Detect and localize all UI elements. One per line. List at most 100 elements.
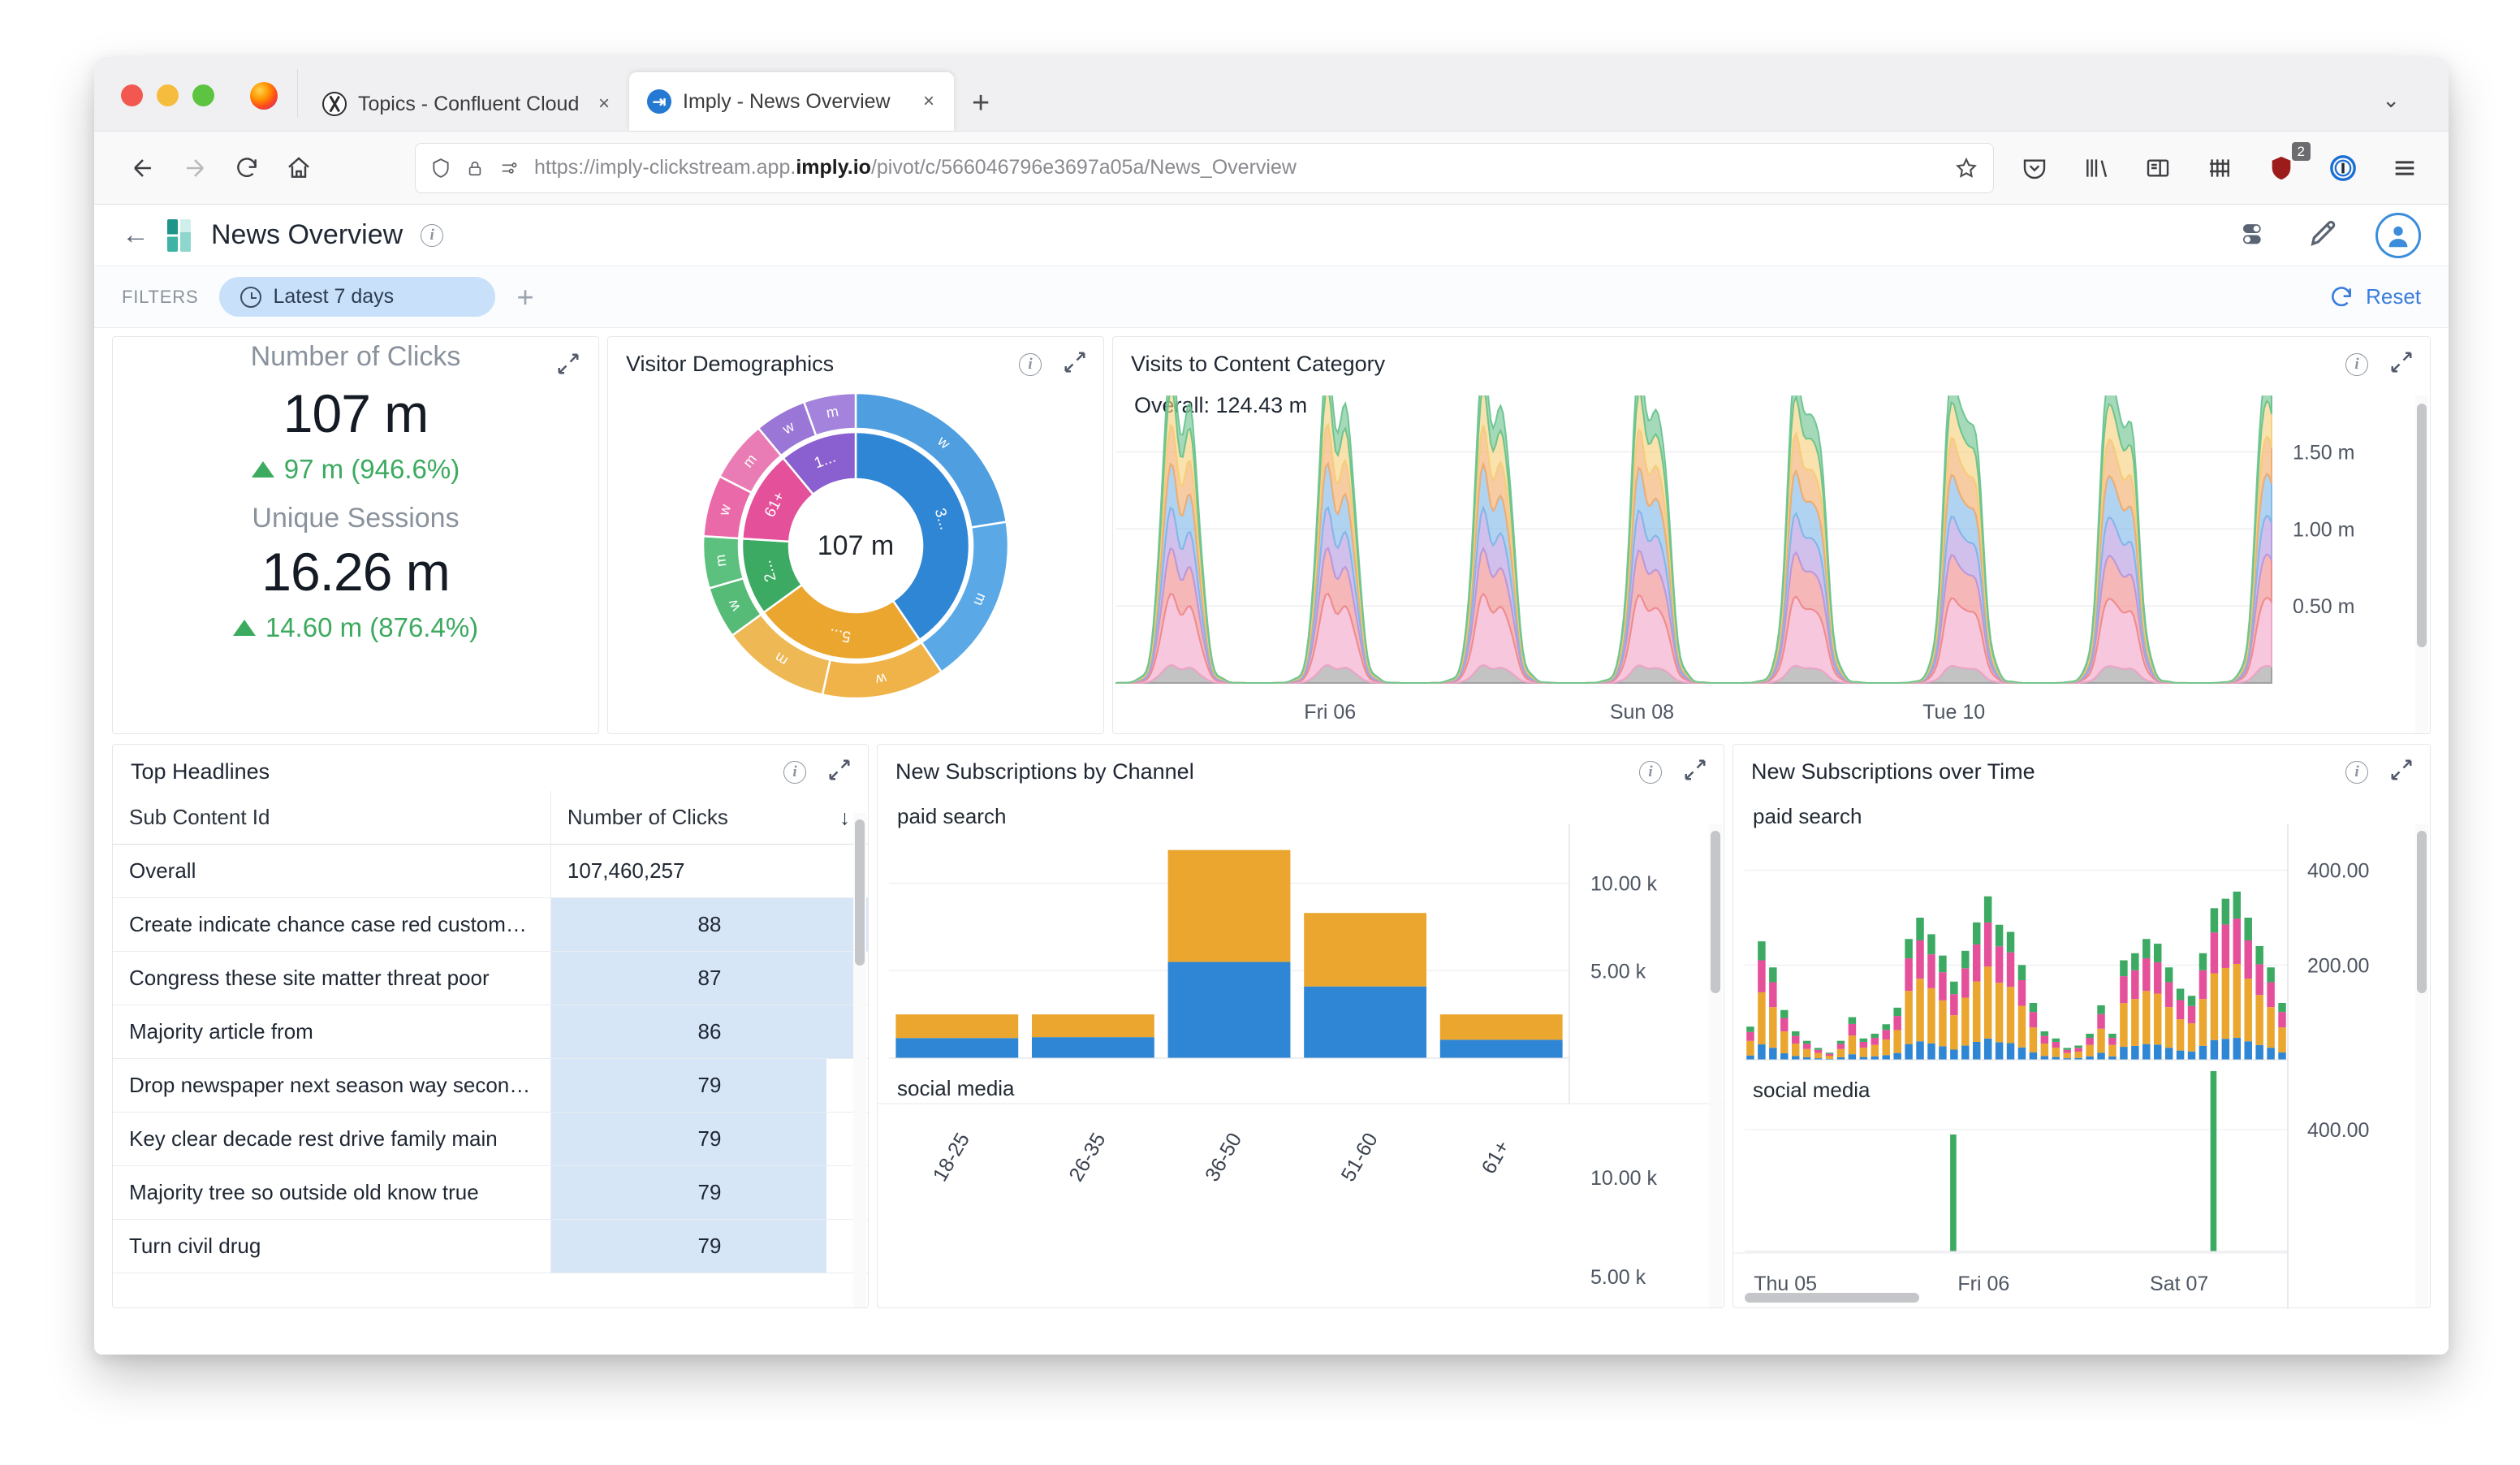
pencil-icon[interactable]: [2307, 217, 2340, 253]
bar-segment[interactable]: [2017, 980, 2026, 1006]
bar-segment[interactable]: [1769, 1007, 1777, 1048]
bar-segment[interactable]: [2210, 932, 2219, 974]
bar-segment[interactable]: [2120, 976, 2128, 1004]
bar-segment[interactable]: [1746, 1026, 1754, 1032]
bar-segment[interactable]: [1893, 1030, 1901, 1053]
bar-segment[interactable]: [1825, 1052, 1834, 1054]
library-icon[interactable]: [2075, 147, 2117, 189]
bar-segment[interactable]: [1814, 1049, 1823, 1053]
close-tab-icon[interactable]: ×: [918, 90, 939, 113]
bar-segment[interactable]: [2278, 1052, 2286, 1060]
bar-segment[interactable]: [1983, 1038, 1992, 1060]
sunburst-chart[interactable]: 3... w m 5... w m 2... w m 61+ w m 1... w m 107 m: [608, 383, 1103, 708]
expand-icon[interactable]: [2389, 758, 2414, 786]
maximize-window-button[interactable]: [192, 84, 214, 106]
bar-segment[interactable]: [2131, 1045, 2139, 1060]
bar-segment[interactable]: [1167, 849, 1291, 962]
bar-segment[interactable]: [2153, 962, 2162, 994]
bar-segment[interactable]: [2142, 991, 2151, 1044]
bar-segment[interactable]: [1439, 1014, 1563, 1040]
bar-segment[interactable]: [2097, 1005, 2105, 1014]
bar-segment[interactable]: [2142, 958, 2151, 992]
bar-segment[interactable]: [2108, 1033, 2117, 1039]
bar-segment[interactable]: [2164, 1007, 2173, 1048]
bar-segment[interactable]: [1848, 1017, 1857, 1024]
bar-segment[interactable]: [1859, 1057, 1868, 1060]
headlines-scrollbar-thumb[interactable]: [855, 819, 865, 966]
bar-segment[interactable]: [2029, 1052, 2038, 1060]
bar-segment[interactable]: [2131, 953, 2139, 970]
bar-segment[interactable]: [1939, 1000, 1947, 1047]
bar-segment[interactable]: [2108, 1044, 2117, 1057]
bar-segment[interactable]: [1304, 986, 1427, 1058]
new-tab-button[interactable]: +: [972, 86, 990, 121]
bar-segment[interactable]: [2017, 1005, 2026, 1048]
tab-imply-news-overview[interactable]: ⇥ Imply - News Overview ×: [629, 72, 954, 131]
bar-segment[interactable]: [2210, 973, 2219, 1040]
avatar[interactable]: [2375, 212, 2421, 258]
bar-segment[interactable]: [2052, 1057, 2060, 1060]
bar-segment[interactable]: [2017, 965, 2026, 980]
containers-icon[interactable]: [2199, 147, 2241, 189]
bar-segment[interactable]: [2199, 953, 2207, 970]
expand-icon[interactable]: [1063, 350, 1087, 378]
bar-segment[interactable]: [1859, 1041, 1868, 1048]
bar-segment[interactable]: [1950, 1134, 1957, 1251]
bar-segment[interactable]: [1916, 1041, 1924, 1060]
bar-segment[interactable]: [1950, 1015, 1958, 1050]
bar-segment[interactable]: [2255, 946, 2263, 965]
bar-segment[interactable]: [1905, 991, 1913, 1044]
bar-segment[interactable]: [2142, 1044, 2151, 1060]
bar-segment[interactable]: [2176, 988, 2185, 1000]
bar-segment[interactable]: [1916, 940, 1924, 979]
list-all-tabs-icon[interactable]: ⌄: [2382, 88, 2400, 113]
bar-segment[interactable]: [1893, 1007, 1901, 1017]
bar-segment[interactable]: [2006, 952, 2015, 987]
bar-segment[interactable]: [1916, 918, 1924, 940]
bar-segment[interactable]: [2120, 960, 2128, 977]
bar-segment[interactable]: [1927, 954, 1935, 988]
bar-segment[interactable]: [2244, 1041, 2252, 1060]
info-icon[interactable]: i: [1639, 760, 1662, 784]
bar-segment[interactable]: [2210, 1071, 2217, 1251]
bar-segment[interactable]: [2255, 964, 2263, 996]
table-row[interactable]: Key clear decade rest drive family main 7…: [113, 1112, 868, 1166]
bar-segment[interactable]: [1939, 972, 1947, 1000]
toggles-icon[interactable]: [2239, 217, 2272, 253]
bar-segment[interactable]: [2233, 891, 2242, 919]
bar-segment[interactable]: [1791, 1031, 1800, 1036]
bar-segment[interactable]: [2244, 940, 2252, 979]
bar-segment[interactable]: [1780, 1018, 1789, 1032]
bookmark-star-icon[interactable]: [1954, 156, 1978, 180]
bar-segment[interactable]: [1746, 1055, 1754, 1060]
bar-segment[interactable]: [2153, 944, 2162, 962]
close-window-button[interactable]: [121, 84, 143, 106]
visits-scrollbar-thumb[interactable]: [2417, 404, 2427, 647]
overtime-scrollbar-thumb[interactable]: [2417, 831, 2427, 993]
reset-button[interactable]: Reset: [2328, 284, 2421, 310]
bar-segment[interactable]: [1780, 1053, 1789, 1060]
bar-segment[interactable]: [2040, 1044, 2049, 1057]
bar-segment[interactable]: [2164, 982, 2173, 1008]
bar-segment[interactable]: [1758, 941, 1766, 961]
bar-segment[interactable]: [2176, 1050, 2185, 1060]
bar-segment[interactable]: [1848, 1054, 1857, 1060]
bar-segment[interactable]: [1746, 1031, 1754, 1041]
tab-topics-confluent-cloud[interactable]: Topics - Confluent Cloud ×: [304, 77, 629, 131]
bar-segment[interactable]: [2233, 918, 2242, 964]
bar-segment[interactable]: [2108, 1056, 2117, 1060]
table-row[interactable]: Majority tree so outside old know true 79: [113, 1165, 868, 1220]
info-icon[interactable]: i: [2345, 760, 2368, 784]
bar-segment[interactable]: [1916, 979, 1924, 1042]
bar-segment[interactable]: [1848, 1035, 1857, 1055]
home-button[interactable]: [273, 142, 325, 194]
bar-segment[interactable]: [1939, 1046, 1947, 1060]
bar-segment[interactable]: [2074, 1052, 2082, 1058]
info-icon[interactable]: i: [421, 223, 444, 247]
bar-segment[interactable]: [2086, 1033, 2094, 1039]
bar-segment[interactable]: [2278, 1012, 2286, 1028]
bar-segment[interactable]: [2278, 1027, 2286, 1052]
bar-segment[interactable]: [2221, 898, 2230, 925]
reload-button[interactable]: [221, 142, 273, 194]
table-row[interactable]: Majority article from 86: [113, 1005, 868, 1059]
